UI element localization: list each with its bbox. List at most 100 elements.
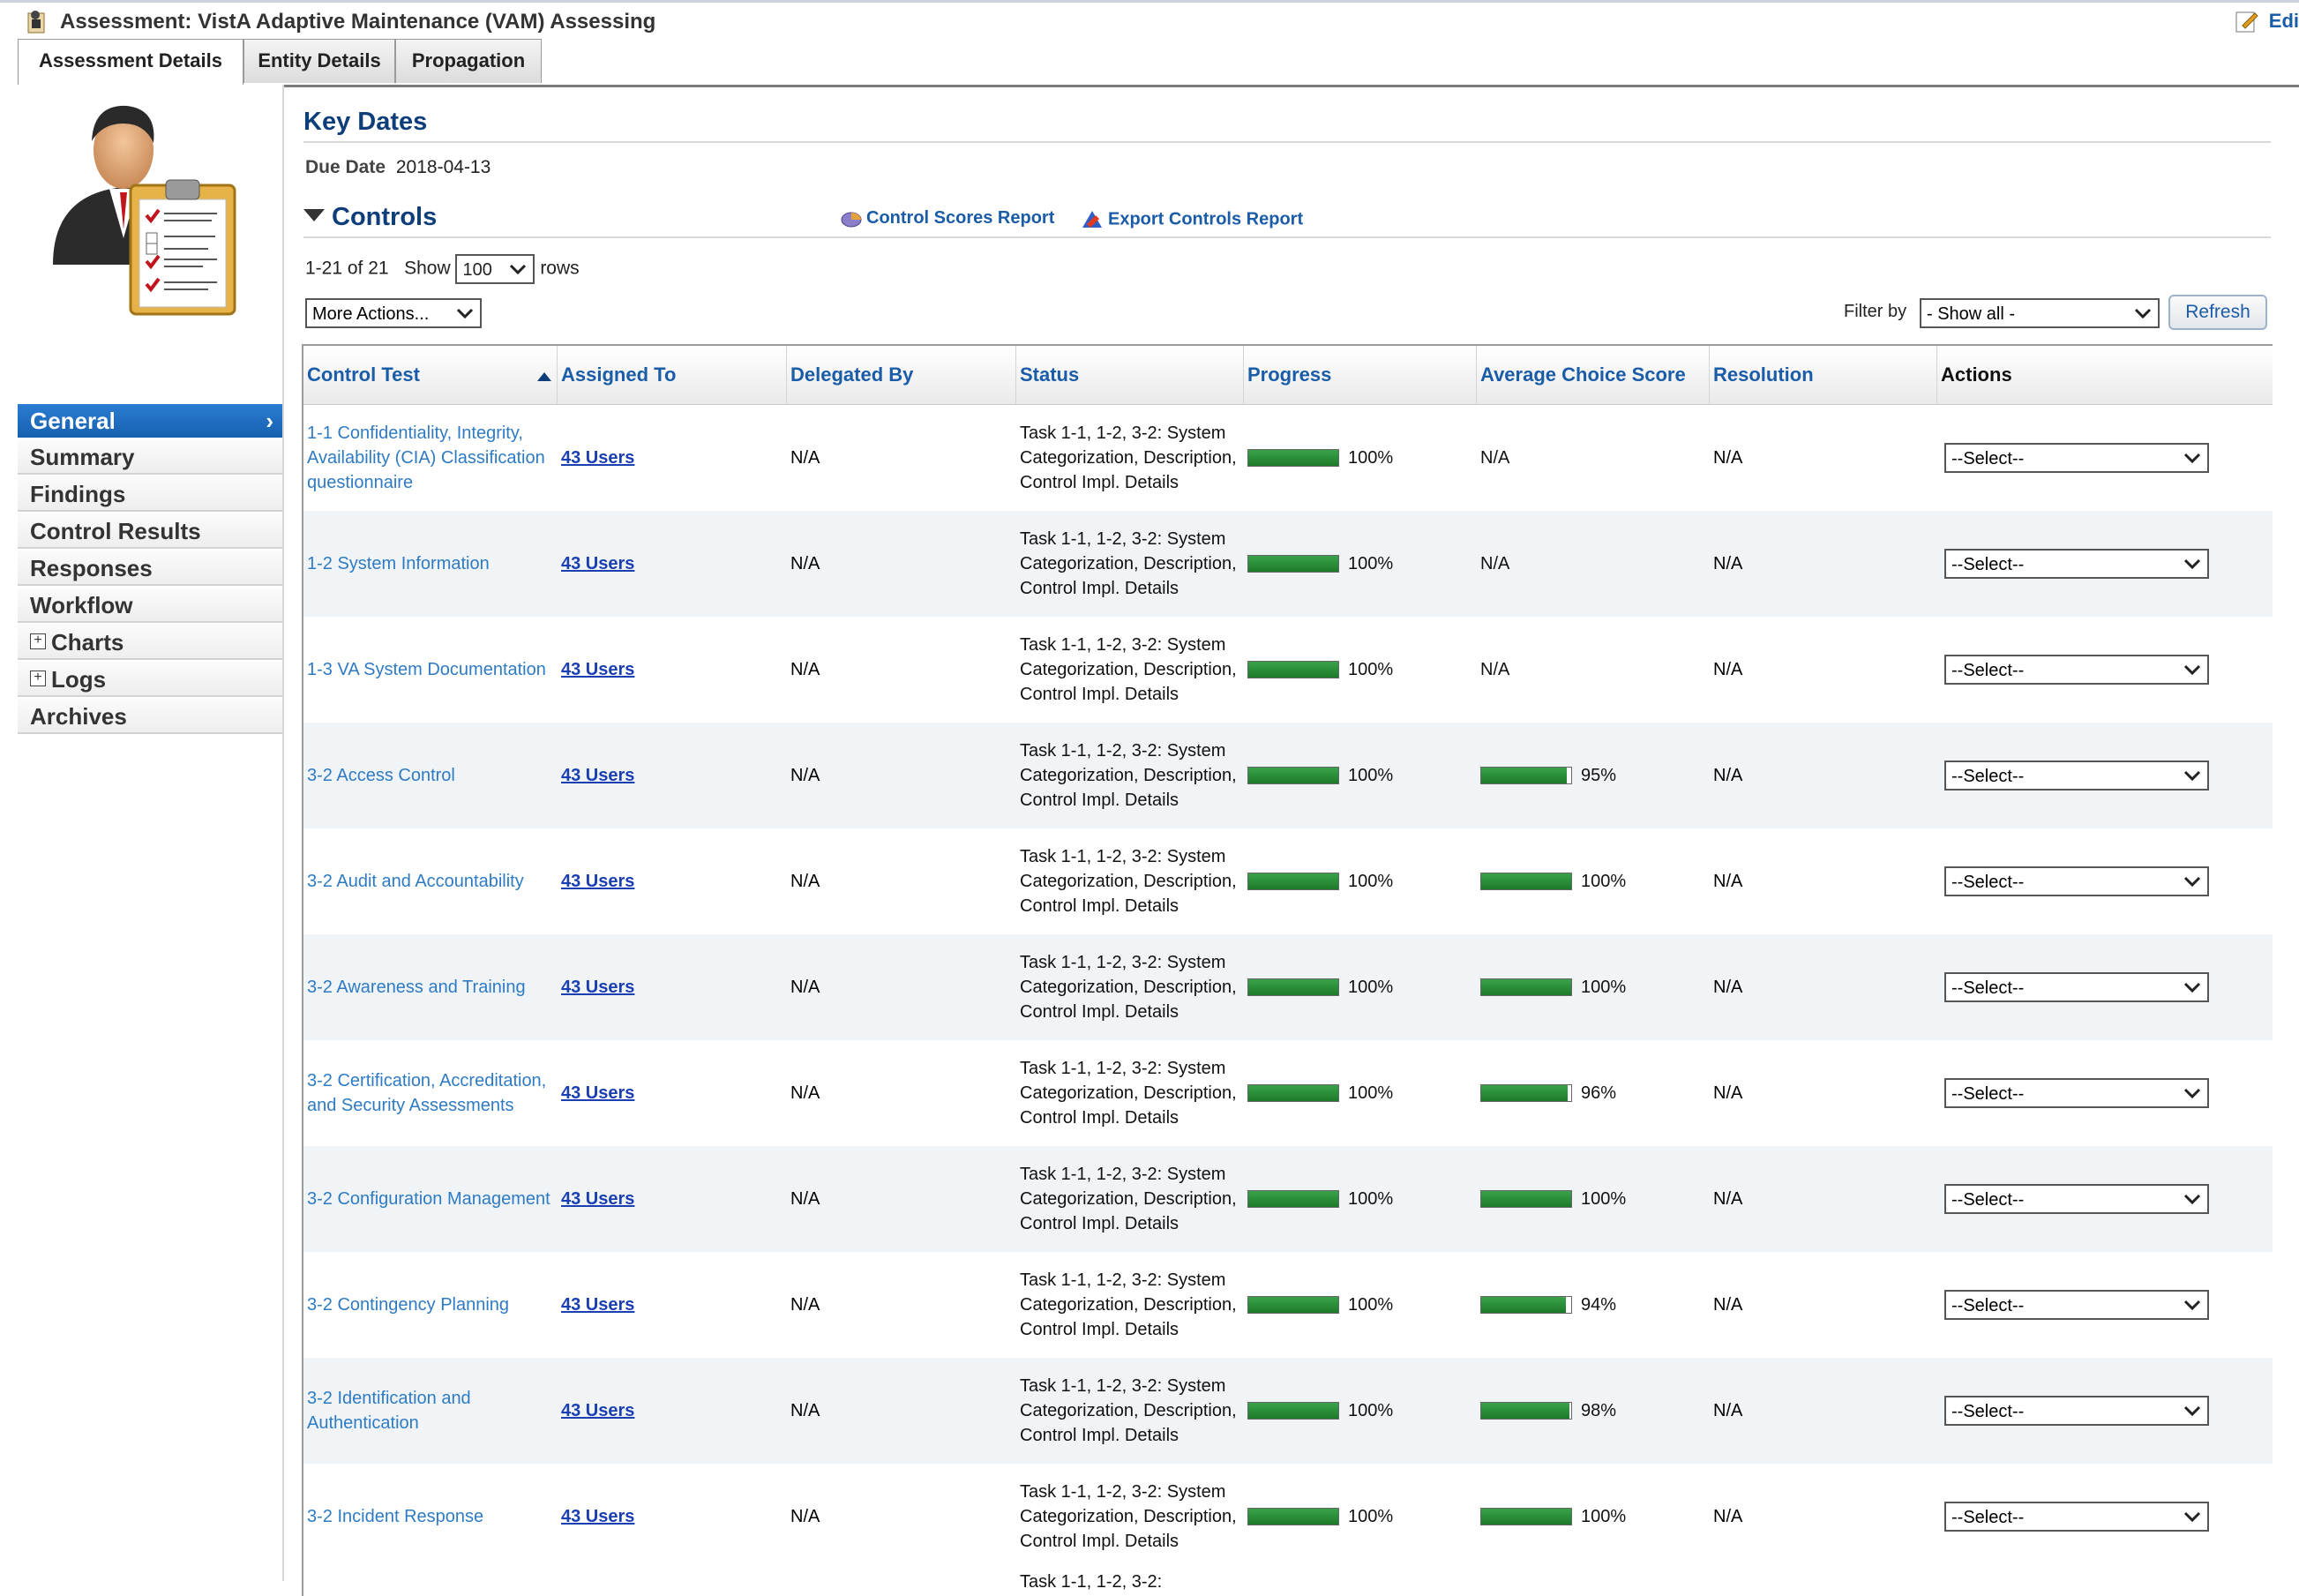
row-action-select[interactable]: --Select-- <box>1944 1184 2209 1214</box>
score-bar-fill <box>1481 1297 1566 1313</box>
sidebar-item-workflow[interactable]: Workflow <box>18 588 282 623</box>
resolution-cell: N/A <box>1713 554 1743 573</box>
sidebar-item-responses[interactable]: Responses <box>18 551 282 586</box>
control-test-link[interactable]: 3-2 Audit and Accountability <box>303 828 558 934</box>
table-row: 3-2 Certification, Accreditation, and Se… <box>303 1040 2273 1146</box>
assigned-users-link[interactable]: 43 Users <box>561 446 634 470</box>
control-test-link[interactable]: 3-2 Incident Response <box>303 1464 558 1570</box>
col-status[interactable]: Status <box>1016 346 1244 404</box>
row-action-select[interactable]: --Select-- <box>1944 866 2209 896</box>
sidebar-item-general[interactable]: General › <box>18 404 282 438</box>
assigned-users-link[interactable]: 43 Users <box>561 869 634 894</box>
sort-ascending-icon <box>537 372 551 381</box>
refresh-button[interactable]: Refresh <box>2168 295 2267 330</box>
chevron-down-icon <box>456 308 474 319</box>
show-label: Show <box>404 258 451 279</box>
more-actions-select[interactable]: More Actions... <box>305 298 482 328</box>
collapse-triangle-icon[interactable] <box>303 209 325 221</box>
sidebar-item-charts[interactable]: + Charts <box>18 625 282 660</box>
row-action-select[interactable]: --Select-- <box>1944 1290 2209 1320</box>
control-scores-report-link[interactable]: Control Scores Report <box>840 208 1054 229</box>
status-cell: Task 1-1, 1-2, 3-2: System Categorizatio… <box>1020 635 1237 704</box>
row-action-select[interactable]: --Select-- <box>1944 1078 2209 1108</box>
chevron-right-icon: › <box>266 408 273 434</box>
chevron-down-icon <box>2183 1405 2201 1417</box>
assigned-users-link[interactable]: 43 Users <box>561 1081 634 1105</box>
export-controls-report-link[interactable]: Export Controls Report <box>1080 208 1303 231</box>
sidebar-item-control-results[interactable]: Control Results <box>18 513 282 549</box>
control-test-link[interactable]: 3-2 Certification, Accreditation, and Se… <box>303 1040 558 1146</box>
row-action-select[interactable]: --Select-- <box>1944 443 2209 473</box>
col-delegated-by[interactable]: Delegated By <box>787 346 1016 404</box>
row-action-select[interactable]: --Select-- <box>1944 972 2209 1002</box>
control-test-link[interactable]: 1-2 System Information <box>303 511 558 617</box>
controls-heading[interactable]: Controls <box>303 203 437 232</box>
resolution-cell: N/A <box>1713 1507 1743 1526</box>
assigned-users-link[interactable]: 43 Users <box>561 1293 634 1317</box>
col-average-choice-score[interactable]: Average Choice Score <box>1477 346 1710 404</box>
table-body: 1-1 Confidentiality, Integrity, Availabi… <box>303 405 2273 1570</box>
row-action-select[interactable]: --Select-- <box>1944 1396 2209 1426</box>
control-test-link[interactable]: 1-3 VA System Documentation <box>303 617 558 723</box>
resolution-cell: N/A <box>1713 766 1743 785</box>
delegated-by-cell: N/A <box>790 1189 820 1209</box>
assessor-avatar-icon <box>53 105 236 316</box>
progress-text: 100% <box>1348 1507 1394 1526</box>
control-test-link[interactable]: 3-2 Awareness and Training <box>303 934 558 1040</box>
control-test-link[interactable]: 3-2 Configuration Management <box>303 1146 558 1252</box>
col-resolution[interactable]: Resolution <box>1710 346 1937 404</box>
resolution-cell: N/A <box>1713 1295 1743 1315</box>
table-row: 1-2 System Information 43 Users N/A Task 1-… <box>303 511 2273 617</box>
table-row: Task 1-1, 1-2, 3-2: <box>303 1570 2273 1596</box>
assigned-users-link[interactable]: 43 Users <box>561 1187 634 1211</box>
assigned-users-link[interactable]: 43 Users <box>561 1504 634 1529</box>
score-bar <box>1480 767 1572 784</box>
filter-select[interactable]: - Show all - <box>1920 298 2160 328</box>
resolution-cell: N/A <box>1713 1401 1743 1420</box>
row-action-select[interactable]: --Select-- <box>1944 1502 2209 1532</box>
edit-icon <box>2235 11 2258 33</box>
row-action-select[interactable]: --Select-- <box>1944 655 2209 685</box>
sidebar-item-findings[interactable]: Findings <box>18 476 282 512</box>
delegated-by-cell: N/A <box>790 448 820 468</box>
score-bar <box>1480 873 1572 890</box>
resolution-cell: N/A <box>1713 660 1743 679</box>
control-test-link[interactable]: 1-1 Confidentiality, Integrity, Availabi… <box>303 405 558 511</box>
control-test-link[interactable]: 3-2 Access Control <box>303 723 558 828</box>
score-text: 100% <box>1581 978 1627 997</box>
progress-bar <box>1247 978 1339 996</box>
chevron-down-icon <box>2183 453 2201 464</box>
sidebar-item-logs[interactable]: + Logs <box>18 662 282 697</box>
assigned-users-link[interactable]: 43 Users <box>561 551 634 576</box>
edit-link[interactable]: Edi <box>2235 10 2299 33</box>
rows-per-page-select[interactable]: 100 <box>455 254 535 284</box>
table-row: 3-2 Access Control 43 Users N/A Task 1-1, 1… <box>303 723 2273 828</box>
sidebar: General › Summary Findings Control Resul… <box>18 85 284 1581</box>
tab-assessment-details[interactable]: Assessment Details <box>18 39 243 86</box>
col-control-test[interactable]: Control Test <box>303 346 558 404</box>
assigned-users-link[interactable]: 43 Users <box>561 975 634 1000</box>
col-assigned-to[interactable]: Assigned To <box>558 346 787 404</box>
sidebar-item-archives[interactable]: Archives <box>18 699 282 734</box>
pager: 1-21 of 21 Show 100 rows <box>305 254 580 284</box>
assigned-users-link[interactable]: 43 Users <box>561 763 634 788</box>
row-action-select[interactable]: --Select-- <box>1944 761 2209 791</box>
chevron-down-icon <box>2183 1300 2201 1311</box>
expand-icon[interactable]: + <box>30 671 46 687</box>
status-cell: Task 1-1, 1-2, 3-2: System Categorizatio… <box>1020 423 1237 492</box>
control-test-link[interactable]: 3-2 Identification and Authentication <box>303 1358 558 1464</box>
expand-icon[interactable]: + <box>30 633 46 650</box>
table-row: 3-2 Audit and Accountability 43 Users N/A T… <box>303 828 2273 934</box>
tab-propagation[interactable]: Propagation <box>395 39 542 83</box>
filter-by-label: Filter by <box>1844 302 1907 321</box>
col-progress[interactable]: Progress <box>1244 346 1477 404</box>
status-cell: Task 1-1, 1-2, 3-2: System Categorizatio… <box>1020 529 1237 598</box>
sidebar-item-summary[interactable]: Summary <box>18 439 282 475</box>
assigned-users-link[interactable]: 43 Users <box>561 657 634 682</box>
assigned-users-link[interactable]: 43 Users <box>561 1398 634 1423</box>
control-test-link[interactable]: 3-2 Contingency Planning <box>303 1252 558 1358</box>
tab-entity-details[interactable]: Entity Details <box>243 39 395 83</box>
report-icon <box>841 212 862 228</box>
row-action-select[interactable]: --Select-- <box>1944 549 2209 579</box>
score-bar <box>1480 1190 1572 1208</box>
